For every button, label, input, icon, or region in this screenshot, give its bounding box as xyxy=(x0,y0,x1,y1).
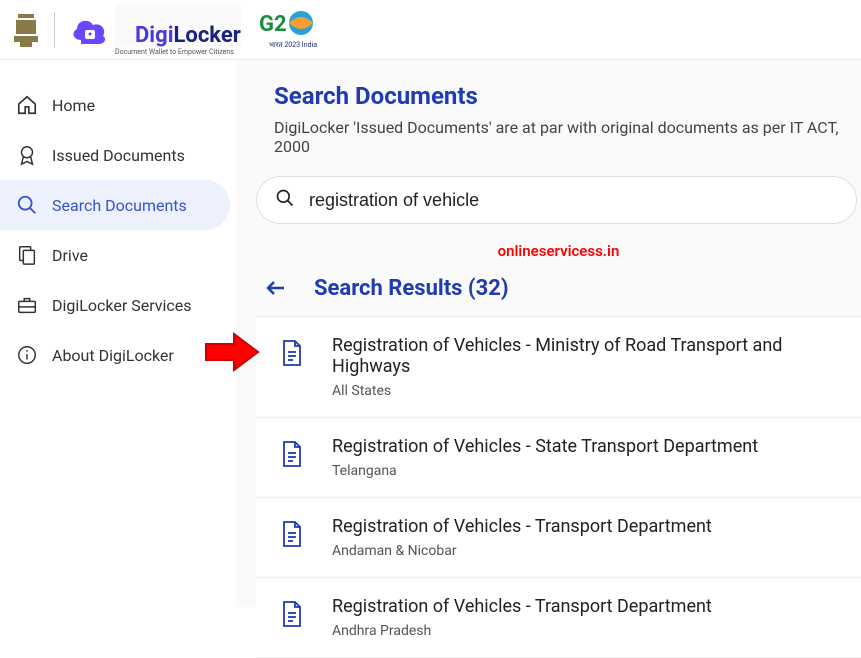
result-title: Registration of Vehicles - Transport Dep… xyxy=(332,516,712,537)
result-subtitle: Andhra Pradesh xyxy=(332,623,712,639)
briefcase-icon xyxy=(16,294,38,316)
files-icon xyxy=(16,244,38,266)
national-emblem-icon xyxy=(12,10,40,50)
sidebar-item-label: Issued Documents xyxy=(52,146,185,165)
annotation-arrow-icon xyxy=(204,330,262,378)
page-subtitle: DigiLocker 'Issued Documents' are at par… xyxy=(274,118,861,156)
cloud-lock-icon xyxy=(69,12,111,48)
sidebar-item-about[interactable]: About DigiLocker xyxy=(0,330,230,380)
document-icon xyxy=(280,600,308,628)
back-button[interactable] xyxy=(262,274,290,302)
document-icon xyxy=(280,339,308,367)
sidebar-item-services[interactable]: DigiLocker Services xyxy=(0,280,230,330)
info-icon xyxy=(16,344,38,366)
result-subtitle: Telangana xyxy=(332,463,758,479)
result-item[interactable]: Registration of Vehicles - State Transpo… xyxy=(256,417,861,497)
watermark-text: onlineservicess.in xyxy=(256,242,861,260)
sidebar-item-label: Search Documents xyxy=(52,196,187,215)
result-item[interactable]: Registration of Vehicles - Transport Dep… xyxy=(256,497,861,577)
badge-icon xyxy=(16,144,38,166)
sidebar-item-label: Drive xyxy=(52,246,88,265)
sidebar: Home Issued Documents Search Documents D… xyxy=(0,60,236,607)
results-heading-text: Search Results (32) xyxy=(314,276,509,301)
g20-logo: G2 भारत 2023 India xyxy=(259,9,321,51)
sidebar-item-label: DigiLocker Services xyxy=(52,296,192,315)
result-title: Registration of Vehicles - State Transpo… xyxy=(332,436,758,457)
search-icon xyxy=(275,188,295,212)
brand-text-primary: Digi xyxy=(135,23,174,48)
page-title: Search Documents xyxy=(274,82,861,110)
sidebar-item-label: About DigiLocker xyxy=(52,346,174,365)
search-input[interactable] xyxy=(309,190,838,211)
home-icon xyxy=(16,94,38,116)
brand-text-secondary: Locker xyxy=(174,23,241,48)
sidebar-item-home[interactable]: Home xyxy=(0,80,230,130)
result-title: Registration of Vehicles - Ministry of R… xyxy=(332,335,847,377)
main-content: Search Documents DigiLocker 'Issued Docu… xyxy=(236,60,861,607)
result-item[interactable]: Registration of Vehicles - Transport Dep… xyxy=(256,577,861,658)
result-item[interactable]: Registration of Vehicles - Ministry of R… xyxy=(256,316,861,417)
svg-text:भारत 2023 India: भारत 2023 India xyxy=(269,41,317,49)
digilocker-logo: DigiLocker Document Wallet to Empower Ci… xyxy=(69,3,241,56)
sidebar-item-drive[interactable]: Drive xyxy=(0,230,230,280)
document-icon xyxy=(280,440,308,468)
sidebar-item-issued[interactable]: Issued Documents xyxy=(0,130,230,180)
sidebar-item-search[interactable]: Search Documents xyxy=(0,180,230,230)
sidebar-item-label: Home xyxy=(52,96,95,115)
brand-tagline: Document Wallet to Empower Citizens xyxy=(115,49,241,56)
results-header: Search Results (32) xyxy=(256,274,861,302)
result-subtitle: All States xyxy=(332,383,847,399)
search-icon xyxy=(16,194,38,216)
search-box[interactable] xyxy=(256,176,857,224)
result-subtitle: Andaman & Nicobar xyxy=(332,543,712,559)
svg-text:G2: G2 xyxy=(259,12,287,37)
document-icon xyxy=(280,520,308,548)
app-header: DigiLocker Document Wallet to Empower Ci… xyxy=(0,0,861,60)
header-divider xyxy=(54,12,55,48)
